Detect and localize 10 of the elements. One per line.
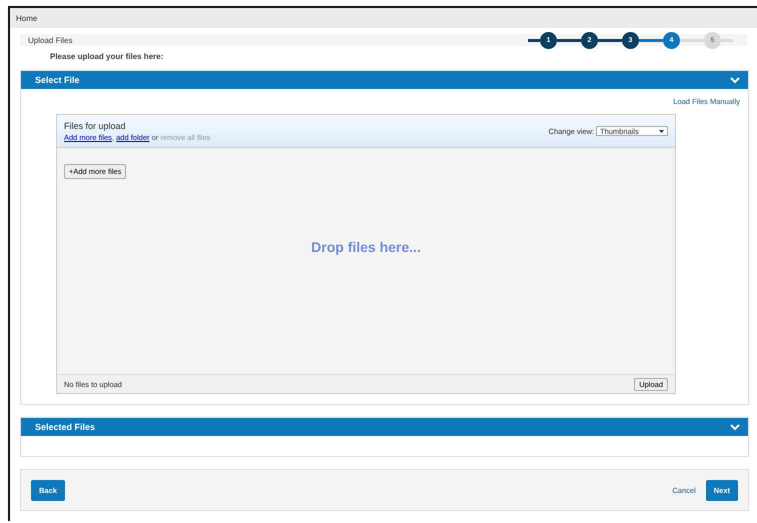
section-title[interactable]: Selected Files [35, 422, 96, 432]
chevron-down-icon[interactable] [730, 76, 740, 84]
page-title: Upload Files [27, 36, 72, 44]
section-title[interactable]: Select File [35, 75, 80, 85]
instruction-text: Please upload your files here: [50, 52, 164, 61]
chevron-down-icon[interactable] [730, 424, 740, 430]
drop-zone-text: Drop files here... [311, 238, 421, 254]
uploader-title: Files for upload [64, 120, 127, 130]
caret-icon [659, 130, 664, 132]
breadcrumb-link[interactable]: Home [16, 14, 38, 22]
